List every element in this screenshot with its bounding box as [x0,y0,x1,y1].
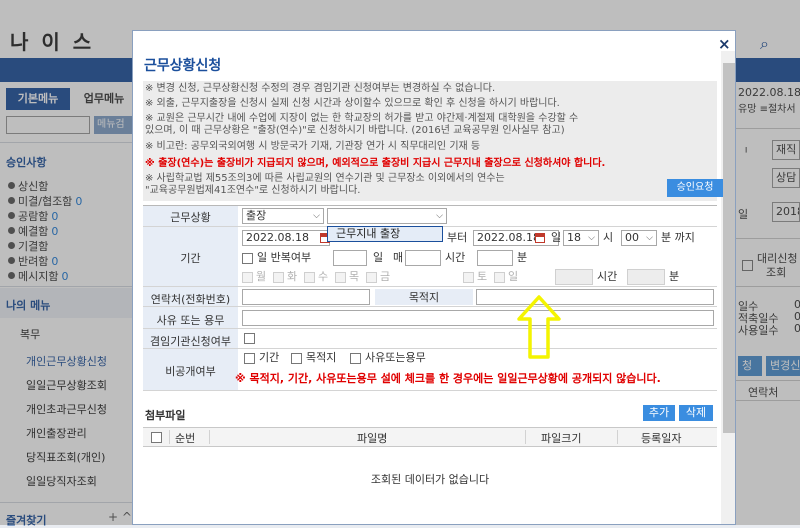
notice-line: ※ 교원은 근무시간 내에 수업에 지장이 없는 한 학교장의 허가를 받고 야… [145,113,579,124]
weekday-checkbox[interactable] [242,272,253,283]
chevron-down-icon: ⌵ [313,211,320,221]
weekday-label: 토 [477,270,488,283]
weekday-checkbox[interactable] [366,272,377,283]
end-date-input[interactable]: 2022.08.18 [473,230,559,246]
private-warning-note: ※ 목적지, 기간, 사유또는용무 설에 체크를 한 경우에는 일일근무상황에 … [235,372,661,385]
weekly-minutes-input[interactable] [627,269,665,285]
private-label: 비공개여부 [165,365,216,378]
chevron-down-icon: ⌵ [588,233,595,243]
private-option-label: 목적지 [306,351,337,364]
period-label: 기간 [180,252,201,265]
weekday-label: 화 [287,270,298,283]
weekday-checkbox[interactable] [494,272,505,283]
column-header[interactable]: 순번 [175,430,195,446]
column-separator [169,430,170,444]
notice-line: ※ 비고란: 공무외국외여행 시 방문국가 기재, 기관장 연가 시 직무대리인… [145,141,481,152]
weekday-label: 수 [318,270,329,283]
hour-unit: 시간 [597,270,618,283]
column-header[interactable]: 파일크기 [541,430,581,446]
weekday-label: 금 [380,270,391,283]
destination-label: 목적지 [375,289,473,305]
weekday-label: 월 [256,270,267,283]
hour-suffix: 시 [603,231,614,244]
weekday-checkbox[interactable] [335,272,346,283]
repeat-label: 일 반복여부 [257,251,312,264]
minute-suffix: 분 까지 [661,231,695,244]
calendar-icon[interactable] [535,233,545,243]
weekday-checkbox[interactable] [304,272,315,283]
weekday-label: 일 [508,270,519,283]
up-arrow-annotation-icon [517,295,561,359]
repeat-hours-input[interactable] [405,250,441,266]
minute-select[interactable]: 00 ⌵ [621,230,657,246]
contact-label: 연락처(전화번호) [150,293,231,306]
status-select-value: 출장 [246,209,267,222]
approval-request-button[interactable]: 승인요청 [667,179,723,197]
sub-status-select[interactable]: ⌵ [327,208,447,224]
hour-select[interactable]: 18 ⌵ [563,230,599,246]
private-period-checkbox[interactable] [244,353,255,364]
minute-unit: 분 [517,251,528,264]
column-header[interactable]: 파일명 [357,430,387,446]
hour-select-value: 18 [567,231,581,244]
minute-unit: 분 [669,270,680,283]
work-status-modal: × 근무상황신청 ※ 변경 신청, 근무상황신청 수정의 경우 겸임기관 신청여… [132,30,736,525]
scrollbar-thumb[interactable] [723,63,735,433]
column-header[interactable]: 등록일자 [641,430,681,446]
column-separator [525,430,526,444]
from-label: 부터 [447,231,468,244]
weekday-checkbox[interactable] [463,272,474,283]
notice-line: "교육공무원법제41조연수"로 신청하시기 바랍니다. [145,185,361,196]
reason-input[interactable] [242,310,714,326]
select-all-checkbox[interactable] [151,432,162,443]
day-unit: 일 [373,251,384,264]
repeat-days-input[interactable] [333,250,367,266]
reason-label: 사유 또는 용무 [156,314,225,327]
contact-input[interactable] [242,289,370,305]
attachments-grid-header: 순번 파일명 파일크기 등록일자 [143,427,717,447]
chevron-down-icon: ⌵ [646,233,653,243]
hour-unit: 시간 [445,251,466,264]
attachments-empty-message: 조회된 데이터가 없습니다 [370,473,490,486]
status-select[interactable]: 출장 ⌵ [242,208,324,224]
weekday-prefix: 매 [393,251,404,264]
repeat-minutes-input[interactable] [477,250,513,266]
delete-file-button[interactable]: 삭제 [679,405,713,421]
concurrent-label: 겸임기관신청여부 [150,335,231,348]
repeat-checkbox[interactable] [242,253,253,264]
modal-title: 근무상황신청 [144,58,222,74]
attachments-title: 첨부파일 [145,409,186,422]
notice-line: ※ 사립학교법 제55조의3에 따른 사립교원의 연수기관 및 근무장소 이외에… [145,173,505,184]
end-date-suffix: 일 [551,231,562,244]
chevron-down-icon: ⌵ [436,211,443,221]
concurrent-checkbox[interactable] [244,333,255,344]
status-label: 근무상황 [170,211,211,224]
private-reason-checkbox[interactable] [350,353,361,364]
private-option-label: 사유또는용무 [365,351,426,364]
notice-line: ※ 외출, 근무지출장을 신청시 실제 신청 시간과 상이할수 있으므로 확인 … [145,98,560,109]
add-file-button[interactable]: 추가 [643,405,675,421]
notice-line: ※ 변경 신청, 근무상황신청 수정의 경우 겸임기관 신청여부는 변경하실 수… [145,83,496,94]
private-option-label: 기간 [259,351,280,364]
weekday-checkbox[interactable] [273,272,284,283]
destination-input[interactable] [476,289,714,305]
notice-box: ※ 변경 신청, 근무상황신청 수정의 경우 겸임기관 신청여부는 변경하실 수… [143,81,723,201]
notice-line: 있으며, 이 때 근무상황은 "출장(연수)"로 신청하시기 바랍니다. (20… [145,125,565,136]
weekly-hours-input[interactable] [555,269,593,285]
minute-select-value: 00 [625,231,639,244]
weekday-label: 목 [349,270,360,283]
private-destination-checkbox[interactable] [291,353,302,364]
sub-status-dropdown-option[interactable]: 근무지내 출장 [327,226,443,242]
column-separator [617,430,618,444]
start-date-input[interactable]: 2022.08.18 [242,230,330,246]
notice-line-warning: ※ 출장(연수)는 출장비가 지급되지 않으며, 예외적으로 출장비 지급시 근… [145,158,606,169]
column-separator [209,430,210,444]
